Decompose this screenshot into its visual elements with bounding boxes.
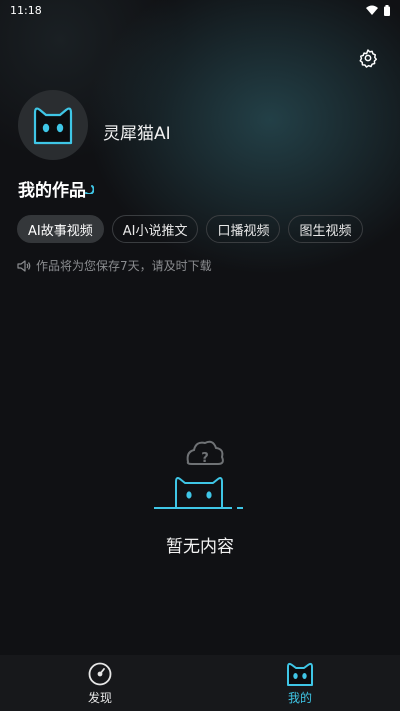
notice: 作品将为您保存7天，请及时下载	[17, 257, 212, 274]
profile-name: 灵犀猫AI	[103, 124, 171, 144]
status-time: 11:18	[10, 3, 42, 17]
speaker-icon	[17, 259, 31, 272]
gear-icon	[359, 49, 377, 68]
empty-state: ? 暂无内容	[0, 438, 400, 557]
wifi-icon	[366, 5, 378, 15]
tab-ai-novel-post[interactable]: AI小说推文	[111, 215, 199, 243]
tab-ai-story-video[interactable]: AI故事视频	[17, 215, 104, 243]
cat-avatar-icon	[33, 107, 73, 145]
bottom-nav: 发现 我的	[0, 655, 400, 711]
status-bar: 11:18	[0, 0, 400, 20]
nav-label-mine: 我的	[287, 690, 312, 705]
compass-icon	[88, 662, 112, 685]
notice-text: 作品将为您保存7天，请及时下载	[36, 259, 212, 273]
avatar[interactable]	[18, 90, 88, 160]
svg-text:?: ?	[201, 451, 209, 466]
nav-item-discover[interactable]: 发现	[0, 655, 200, 711]
category-tabs: AI故事视频 AI小说推文 口播视频 图生视频	[17, 215, 363, 243]
section-title: 我的作品	[18, 181, 86, 201]
status-icons	[366, 4, 390, 16]
tab-image-to-video[interactable]: 图生视频	[288, 215, 363, 243]
battery-icon	[384, 4, 390, 16]
nav-item-mine[interactable]: 我的	[200, 655, 400, 711]
nav-label-discover: 发现	[87, 690, 112, 705]
cat-cloud-question-icon: ?	[154, 440, 243, 509]
settings-button[interactable]	[356, 46, 380, 70]
tab-voiceover-video[interactable]: 口播视频	[206, 215, 281, 243]
cat-face-icon	[287, 662, 313, 686]
loading-spinner-icon	[85, 185, 94, 194]
empty-state-text: 暂无内容	[166, 537, 234, 557]
